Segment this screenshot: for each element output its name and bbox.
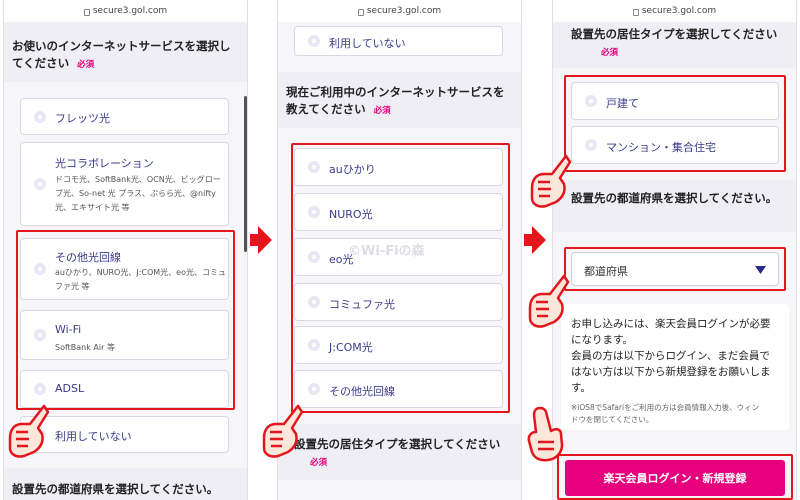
arrow-stem [250,234,258,246]
description-line: ドコモ光、SoftBank光、OCN光、ビッグロー [55,175,221,184]
description-line: ブ光、So-net 光 プラス、ぷらら光、@nifty [55,189,216,198]
pointing-hand-icon [8,404,50,458]
section-header: 設置先の居住タイプを選択してください 必須 [278,424,521,480]
required-badge: 必須 [373,106,391,116]
option-not-using[interactable]: 利用していない [294,26,503,56]
note-line: ドウを閉じてください。 [571,415,654,424]
highlight-box [557,454,793,500]
radio-icon[interactable] [308,35,320,47]
arrow-stem [524,234,532,246]
required-badge: 必須 [310,458,328,468]
title-line: てください [12,56,70,70]
title-line: お使いのインターネットサービスを選択し [12,39,231,53]
pointing-hand-icon [530,154,572,208]
ios-note: ※iOS8でSafariをご利用の方は会員情報入力後、ウィン ドウを閉じてくださ… [571,402,759,426]
description-line: 光、エキサイト光 等 [55,203,130,212]
arrow-head [258,226,272,254]
notice-text: お申し込みには、楽天会員ログインが必要 になります。 会員の方は以下からログイン… [571,316,771,396]
radio-icon[interactable] [34,178,46,190]
title-line: 設置先の居住タイプを選択してください [571,27,778,41]
title-line: 設置先の居住タイプを選択してください [294,437,501,451]
section-header: 現在ご利用中のインターネットサービスを 教えてください 必須 [278,72,521,128]
arrow-head [532,226,546,254]
option-not-using[interactable]: 利用していない [20,416,229,453]
notice-line: す。 [571,382,591,394]
note-line: ※iOS8でSafariをご利用の方は会員情報入力後、ウィン [571,403,760,412]
section-title: 設置先の居住タイプを選択してください 必須 [571,26,777,62]
notice-line: になります。 [571,334,633,346]
pointing-hand-icon [262,404,304,458]
radio-icon[interactable] [34,110,46,123]
url-text: secure3.gol.com [92,6,168,16]
highlight-box [564,247,786,291]
option-label: フレッツ光 [55,112,110,125]
url-bar: secure3.gol.com [553,0,796,22]
highlight-box [16,230,235,410]
section-header: 設置先の居住タイプを選択してください 必須 [553,22,796,68]
option-flets[interactable]: フレッツ光 [20,98,229,135]
url-text: secure3.gol.com [366,6,442,16]
option-description: ドコモ光、SoftBank光、OCN光、ビッグロー ブ光、So-net 光 プラ… [55,173,221,215]
notice-line: 会員の方は以下からログイン、まだ会員で [571,350,770,362]
pointing-hand-icon [527,406,564,462]
section-title: 設置先の都道府県を選択してください。 [12,482,219,496]
url-bar: secure3.gol.com [4,0,247,22]
notice-line: お申し込みには、楽天会員ログインが必要 [571,318,771,330]
login-notice: お申し込みには、楽天会員ログインが必要 になります。 会員の方は以下からログイン… [561,304,789,430]
section-header: お使いのインターネットサービスを選択し てください 必須 [4,22,247,82]
lock-icon [83,8,90,16]
lock-icon [357,8,364,16]
section-title: お使いのインターネットサービスを選択し てください 必須 [12,38,231,74]
url-bar: secure3.gol.com [278,0,521,22]
option-label: 光コラボレーション [55,157,154,170]
section-title: 設置先の居住タイプを選択してください 必須 [294,436,500,472]
required-badge: 必須 [77,60,95,70]
title-line: 現在ご利用中のインターネットサービスを [286,85,505,99]
required-badge: 必須 [601,48,619,58]
option-label: 利用していない [55,430,132,443]
option-hikari-collabo[interactable]: 光コラボレーション ドコモ光、SoftBank光、OCN光、ビッグロー ブ光、S… [20,142,229,226]
section-title: 設置先の都道府県を選択してください。 [571,191,778,205]
highlight-box [564,75,786,172]
title-line: 教えてください [286,102,366,116]
lock-icon [632,8,639,16]
url-text: secure3.gol.com [641,6,717,16]
section-header: 設置先の都道府県を選択してください。 [553,180,796,232]
option-label: 利用していない [329,37,406,50]
scrollbar[interactable] [244,96,247,252]
notice-line: はない方は以下から新規登録をお願いしま [571,366,771,378]
section-title: 現在ご利用中のインターネットサービスを 教えてください 必須 [286,84,505,120]
highlight-box [291,143,510,413]
section-header: 設置先の都道府県を選択してください。 [4,468,247,500]
pointing-hand-icon [528,274,570,328]
